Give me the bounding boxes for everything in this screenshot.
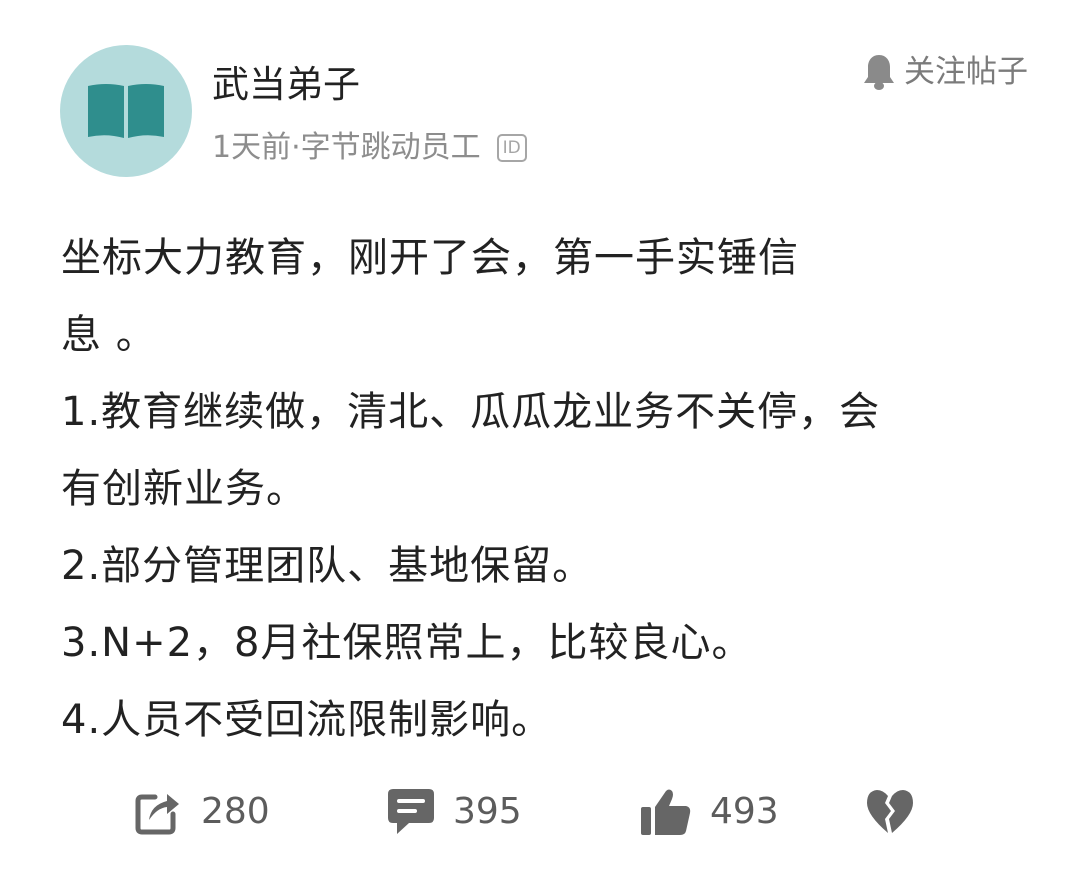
- author-meta: 1天前·字节跳动员工 ID: [212, 128, 527, 168]
- thumbs-up-icon: [641, 789, 691, 835]
- post-line: 2.部分管理团队、基地保留。: [61, 543, 594, 589]
- share-icon: [135, 794, 179, 835]
- post-body: 坐标大力教育，刚开了会，第一手实锤信 息 。 1.教育继续做，清北、瓜瓜龙业务不…: [61, 220, 1021, 759]
- follow-post-label: 关注帖子: [904, 54, 1028, 90]
- comment-icon: [388, 789, 434, 834]
- action-bar: 280 395 493: [0, 780, 1080, 844]
- comment-button[interactable]: 395: [387, 780, 522, 844]
- like-count: 493: [710, 791, 779, 832]
- comment-count: 395: [453, 791, 522, 832]
- avatar[interactable]: [60, 45, 192, 177]
- follow-post-button[interactable]: 关注帖子: [862, 50, 1028, 94]
- post-line: 坐标大力教育，刚开了会，第一手实锤信: [61, 235, 799, 281]
- share-button[interactable]: 280: [133, 780, 270, 844]
- like-button[interactable]: 493: [640, 780, 779, 844]
- post-line: 有创新业务。: [61, 466, 307, 512]
- post-line: 4.人员不受回流限制影响。: [61, 697, 553, 743]
- author-meta-text: 1天前·字节跳动员工: [212, 130, 481, 165]
- bell-icon: [864, 55, 894, 90]
- open-book-icon: [88, 84, 164, 138]
- author-name[interactable]: 武当弟子: [212, 60, 360, 110]
- post-line: 息 。: [61, 312, 157, 358]
- post-line: 1.教育继续做，清北、瓜瓜龙业务不关停，会: [61, 389, 881, 435]
- broken-heart-icon: [867, 790, 913, 833]
- post-line: 3.N+2，8月社保照常上，比较良心。: [61, 620, 753, 666]
- id-badge: ID: [496, 134, 527, 162]
- share-count: 280: [201, 791, 270, 832]
- dislike-button[interactable]: [866, 780, 914, 844]
